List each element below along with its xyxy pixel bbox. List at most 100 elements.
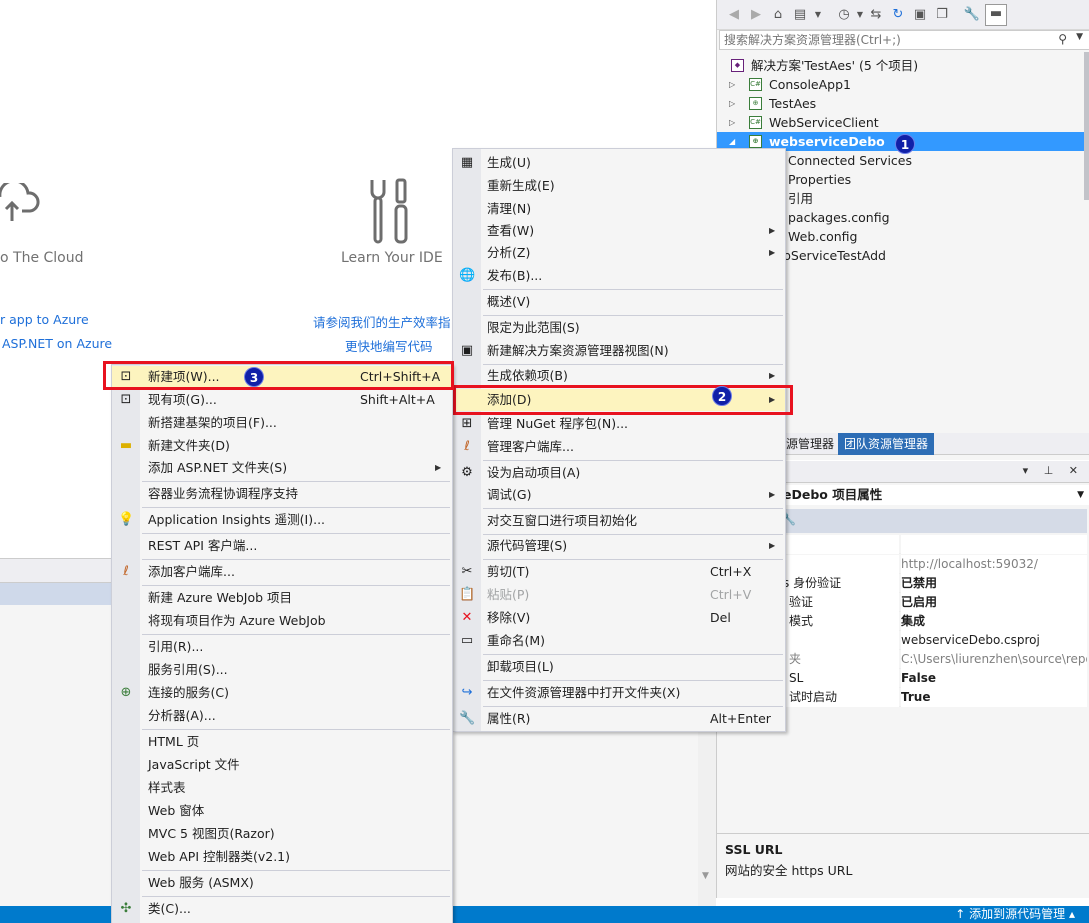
menu-rebuild[interactable]: 重新生成(E) (453, 175, 785, 197)
preview-icon[interactable]: ▬ (985, 4, 1007, 26)
submenu-arrow-icon: ▶ (769, 371, 776, 380)
new-folder-icon: ▬ (119, 438, 133, 453)
menu-add-aspnet-folder[interactable]: 添加 ASP.NET 文件夹(S) ▶ (112, 457, 452, 479)
tree-item-solution[interactable]: ◆ 解决方案'TestAes' (5 个项目) (717, 56, 1089, 75)
add-to-source-control-label: 添加到源代码管理 (969, 907, 1066, 921)
menu-class[interactable]: ✣ 类(C)... (112, 898, 452, 920)
menu-unload-project[interactable]: 卸载项目(L) (453, 656, 785, 678)
menu-new-folder[interactable]: ▬ 新建文件夹(D) (112, 435, 452, 457)
menu-stylesheet[interactable]: 样式表 (112, 777, 452, 799)
submenu-arrow-icon: ▶ (435, 463, 442, 472)
tree-item-testaes[interactable]: ▷ ⊕ TestAes (717, 94, 1089, 113)
switch-views-icon[interactable]: ▤ (791, 6, 809, 24)
azure-link-2[interactable]: ASP.NET on Azure (2, 336, 112, 351)
menu-remove[interactable]: ✕ 移除(V) Del (453, 607, 785, 629)
scroll-down-arrow-icon[interactable]: ▼ (702, 871, 709, 881)
property-description-text: 网站的安全 https URL (725, 863, 853, 878)
refresh-icon[interactable]: ↻ (889, 6, 907, 24)
menu-clean[interactable]: 清理(N) (453, 198, 785, 220)
write-code-faster-link[interactable]: 更快地编写代码 (345, 336, 433, 355)
paste-icon: 📋 (459, 587, 476, 602)
tab-team-explorer[interactable]: 团队资源管理器 (838, 433, 935, 455)
azure-link-1[interactable]: r app to Azure (0, 312, 89, 327)
menu-init-interactive[interactable]: 对交互窗口进行项目初始化 (453, 510, 785, 532)
app-insights-icon: 💡 (118, 512, 135, 527)
menu-rest-api-client[interactable]: REST API 客户端... (112, 535, 452, 557)
gear-icon: ⚙ (461, 465, 473, 480)
productivity-link[interactable]: 请参阅我们的生产效率指 (313, 312, 451, 331)
open-folder-arrow-icon: ↪ (461, 685, 473, 700)
submenu-arrow-icon: ▶ (769, 541, 776, 550)
project-context-menu: ▦ 生成(U) 重新生成(E) 清理(N) 查看(W) ▶ 分析(Z) ▶ 🌐 发布(B… (452, 148, 793, 732)
expand-arrow-icon[interactable]: ▷ (729, 113, 735, 132)
menu-existing-item[interactable]: ⊡ 现有项(G)... Shift+Alt+A (112, 389, 452, 411)
menu-open-in-explorer[interactable]: ↪ 在文件资源管理器中打开文件夹(X) (453, 682, 785, 704)
back-icon[interactable]: ◀ (725, 6, 743, 24)
menu-overview[interactable]: 概述(V) (453, 291, 785, 313)
menu-scope-to-this[interactable]: 限定为此范围(S) (453, 317, 785, 339)
chevron-down-icon[interactable]: ▼ (1076, 32, 1083, 42)
menu-publish[interactable]: 🌐 发布(B)... (453, 265, 785, 287)
tab-solution-explorer[interactable]: 源管理器 (780, 433, 840, 455)
menu-source-control[interactable]: 源代码管理(S) ▶ (453, 535, 785, 557)
wrench-icon[interactable]: 🔧 (963, 6, 981, 24)
expand-arrow-icon[interactable]: ▷ (729, 94, 735, 113)
build-icon: ▦ (460, 155, 474, 170)
menu-mvc5-view[interactable]: MVC 5 视图页(Razor) (112, 823, 452, 845)
step-badge-3: 3 (244, 367, 264, 387)
window-controls[interactable]: ▾ ⊥ ✕ (1023, 464, 1084, 477)
rename-icon: ▭ (460, 633, 474, 648)
menu-build-dependencies[interactable]: 生成依赖项(B) ▶ (453, 365, 785, 387)
properties-object-name: eDebo 项目属性 (783, 487, 883, 502)
solution-search-box[interactable]: ⚲ ▼ (719, 30, 1089, 50)
tree-item-consoleapp1[interactable]: ▷ C# ConsoleApp1 (717, 75, 1089, 94)
submenu-arrow-icon: ▶ (769, 248, 776, 257)
sync-icon[interactable]: ⇆ (867, 6, 885, 24)
chevron-down-icon[interactable]: ▼ (809, 6, 827, 24)
forward-icon[interactable]: ▶ (747, 6, 765, 24)
menu-reference[interactable]: 引用(R)... (112, 636, 452, 658)
menu-set-startup[interactable]: ⚙ 设为启动项目(A) (453, 462, 785, 484)
search-icon[interactable]: ⚲ (1058, 32, 1067, 46)
menu-build[interactable]: ▦ 生成(U) (453, 152, 785, 174)
menu-web-form[interactable]: Web 窗体 (112, 800, 452, 822)
menu-cut[interactable]: ✂ 剪切(T) Ctrl+X (453, 561, 785, 583)
menu-new-solution-view[interactable]: ▣ 新建解决方案资源管理器视图(N) (453, 340, 785, 362)
menu-debug[interactable]: 调试(G) ▶ (453, 484, 785, 506)
solution-explorer-scrollbar[interactable] (1084, 52, 1089, 200)
ide-caption: Learn Your IDE (341, 250, 443, 266)
menu-existing-as-webjob[interactable]: 将现有项目作为 Azure WebJob (112, 610, 452, 632)
menu-service-reference[interactable]: 服务引用(S)... (112, 659, 452, 681)
chevron-down-icon[interactable]: ▼ (1077, 485, 1084, 505)
menu-new-scaffolded-item[interactable]: 新搭建基架的项目(F)... (112, 412, 452, 434)
menu-view[interactable]: 查看(W) ▶ (453, 220, 785, 242)
menu-properties[interactable]: 🔧 属性(R) Alt+Enter (453, 708, 785, 730)
csharp-project-icon: C# (749, 116, 762, 129)
menu-webapi-controller[interactable]: Web API 控制器类(v2.1) (112, 846, 452, 868)
class-icon: ✣ (120, 901, 132, 916)
connected-service-icon: ⊕ (120, 685, 132, 700)
step-badge-2: 2 (712, 386, 732, 406)
menu-analyze[interactable]: 分析(Z) ▶ (453, 242, 785, 264)
collapse-all-icon[interactable]: ▣ (911, 6, 929, 24)
menu-app-insights[interactable]: 💡 Application Insights 遥测(I)... (112, 509, 452, 531)
menu-manage-client-libraries[interactable]: ℓ 管理客户端库... (453, 436, 785, 458)
menu-connected-service[interactable]: ⊕ 连接的服务(C) (112, 682, 452, 704)
solution-explorer-toolbar: ◀ ▶ ⌂ ▤ ▼ ◷ ▼ ⇆ ↻ ▣ ❐ 🔧 ▬ (717, 0, 1089, 30)
solution-search-input[interactable] (724, 32, 1054, 48)
add-to-source-control[interactable]: ↑ 添加到源代码管理 ▴ (955, 906, 1075, 923)
home-icon[interactable]: ⌂ (769, 6, 787, 24)
menu-new-webjob[interactable]: 新建 Azure WebJob 项目 (112, 587, 452, 609)
tree-item-webserviceclient[interactable]: ▷ C# WebServiceClient (717, 113, 1089, 132)
menu-manage-nuget[interactable]: ⊞ 管理 NuGet 程序包(N)... (453, 413, 785, 435)
menu-web-service-asmx[interactable]: Web 服务 (ASMX) (112, 872, 452, 894)
menu-add-client-library[interactable]: ℓ 添加客户端库... (112, 561, 452, 583)
menu-javascript-file[interactable]: JavaScript 文件 (112, 754, 452, 776)
expand-arrow-icon[interactable]: ▷ (729, 75, 735, 94)
menu-rename[interactable]: ▭ 重命名(M) (453, 630, 785, 652)
menu-container-orchestrator[interactable]: 容器业务流程协调程序支持 (112, 483, 452, 505)
show-all-files-icon[interactable]: ❐ (933, 6, 951, 24)
menu-html-page[interactable]: HTML 页 (112, 731, 452, 753)
cloud-caption: o The Cloud (0, 250, 84, 266)
menu-analyzer[interactable]: 分析器(A)... (112, 705, 452, 727)
